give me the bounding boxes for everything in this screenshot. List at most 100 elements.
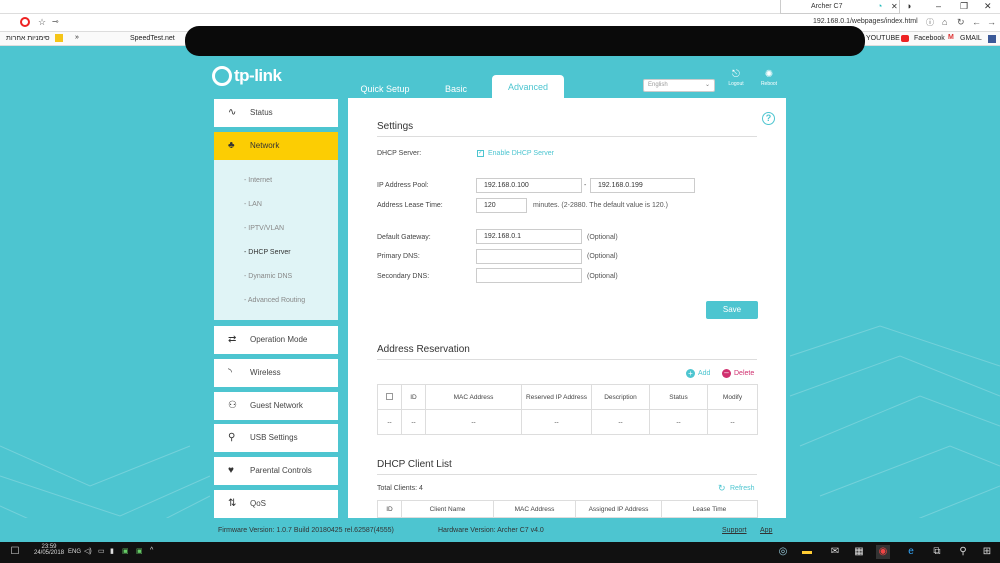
default-gateway-label: Default Gateway: [377,234,431,241]
chrome-icon[interactable]: ◉ [876,545,890,559]
url-field[interactable]: 192.168.0.1/webpages/index.html [813,18,918,25]
sidebar-item-network[interactable]: ♣ Network [214,132,338,160]
column-header: Modify [707,384,758,410]
lease-time-input[interactable]: 120 [476,198,527,213]
sidebar-item-operation-mode[interactable]: ⇄ Operation Mode [214,326,338,354]
network-tray-icon[interactable]: ▭ [98,547,105,555]
ip-pool-start-input[interactable]: 192.168.0.100 [476,178,582,193]
info-icon[interactable]: ⓘ [926,17,934,28]
table-header-row: ID Client Name MAC Address Assigned IP A… [377,500,758,518]
column-header: Status [649,384,708,410]
lease-time-label: Address Lease Time: [377,202,443,209]
dhcp-enable-checkbox[interactable]: ✓ [477,150,484,157]
sidebar-item-guest-network[interactable]: ⚇ Guest Network [214,392,338,420]
network-submenu [214,160,338,320]
sidebar-item-status[interactable]: ∿ Status [214,99,338,127]
primary-dns-label: Primary DNS: [377,253,420,260]
support-link[interactable]: Support [722,527,747,534]
column-header: Assigned IP Address [575,500,662,518]
folder-icon [55,34,63,42]
sidebar-item-wireless[interactable]: ◝ Wireless [214,359,338,387]
delete-button[interactable]: Delete [734,370,754,377]
logout-button[interactable]: ⎋ Logout [723,69,749,87]
divider [377,474,757,475]
select-all-checkbox[interactable] [377,384,402,410]
key-icon[interactable]: ⊸ [52,17,59,26]
submenu-lan[interactable]: - LAN [244,201,262,208]
tab-menu-icon[interactable]: ◑ [906,0,911,13]
mail-icon[interactable]: ✉ [828,545,842,559]
store-icon[interactable]: ▦ [852,545,866,559]
bookmark-speedtest[interactable]: SpeedTest.net [130,35,175,42]
back-icon[interactable]: ← [972,17,981,27]
tplink-logo: tp-link [212,66,282,86]
bookmark-more[interactable]: » [75,34,79,41]
column-header: ID [377,500,402,518]
logout-icon: ⎋ [732,69,740,80]
forward-icon[interactable]: → [987,17,996,27]
primary-dns-input[interactable] [476,249,582,264]
task-view-icon[interactable]: ⧉ [930,545,944,559]
tplink-favicon-icon: ◔ [877,1,883,11]
app-link[interactable]: App [760,527,772,534]
notification-icon[interactable]: ☐ [8,545,22,559]
submenu-dynamic-dns[interactable]: - Dynamic DNS [244,273,292,280]
language-indicator[interactable]: ENG [68,549,81,555]
clock[interactable]: 23:59 24/05/2018 [34,544,64,556]
secondary-dns-input[interactable] [476,268,582,283]
help-icon[interactable]: ? [762,112,775,125]
language-select[interactable]: English ⌄ [643,79,715,92]
tray-app-icon[interactable]: ▣ [122,547,129,555]
home-icon[interactable]: ⌂ [942,17,947,27]
file-explorer-icon[interactable]: ▬ [800,545,814,559]
refresh-button[interactable]: Refresh [730,485,755,492]
browser-tab[interactable]: Archer C7 ◔ ✕ [780,0,900,14]
search-icon[interactable]: ⚲ [956,545,970,559]
save-button[interactable]: Save [706,301,758,319]
add-button[interactable]: Add [698,370,710,377]
reboot-button[interactable]: ✺ Reboot [756,69,782,87]
dhcp-enable-label: Enable DHCP Server [488,150,555,157]
secondary-dns-optional: (Optional) [587,273,618,280]
secondary-dns-label: Secondary DNS: [377,273,430,280]
close-tab-icon[interactable]: ✕ [891,0,898,13]
bookmark-facebook[interactable]: Facebook [914,35,945,42]
star-icon[interactable]: ☆ [38,17,46,28]
default-gateway-input[interactable]: 192.168.0.1 [476,229,582,244]
tab-advanced[interactable]: Advanced [492,75,564,99]
bookmark-gmail[interactable]: GMAIL [960,35,982,42]
tab-basic[interactable]: Basic [430,80,482,98]
sidebar-item-parental-controls[interactable]: ♥ Parental Controls [214,457,338,485]
column-header: MAC Address [493,500,576,518]
bookmark-icon[interactable] [988,35,996,43]
delete-icon[interactable]: – [722,369,731,378]
tab-quick-setup[interactable]: Quick Setup [350,80,420,98]
bookmark-youtube[interactable]: YOUTUBE [866,35,900,42]
tray-overflow-icon[interactable]: ^ [150,547,153,554]
battery-icon[interactable]: ▮ [110,547,114,555]
total-clients: Total Clients: 4 [377,485,423,492]
settings-title: Settings [377,121,414,132]
add-icon[interactable]: + [686,369,695,378]
submenu-internet[interactable]: - Internet [244,177,272,184]
edge-icon[interactable]: e [904,545,918,559]
opera-menu-icon[interactable] [20,17,30,27]
sidebar-item-usb-settings[interactable]: ⚲ USB Settings [214,424,338,452]
usb-icon: ⚲ [228,432,236,443]
reload-icon[interactable]: ↻ [957,17,965,28]
minimize-icon[interactable]: – [936,0,941,13]
volume-icon[interactable]: ◁) [84,547,92,555]
close-window-icon[interactable]: ✕ [984,0,992,13]
submenu-dhcp-server[interactable]: - DHCP Server [244,249,291,256]
bookmark-other[interactable]: סימניות אחרות [6,35,50,42]
windows-start-icon[interactable]: ⊞ [980,545,994,559]
submenu-iptv-vlan[interactable]: - IPTV/VLAN [244,225,284,232]
tray-app-icon[interactable]: ▣ [136,547,143,555]
maximize-icon[interactable]: ❐ [960,0,968,13]
submenu-advanced-routing[interactable]: - Advanced Routing [244,297,305,304]
client-table: ID Client Name MAC Address Assigned IP A… [377,500,758,518]
app-icon[interactable]: ◎ [776,545,790,559]
ip-pool-end-input[interactable]: 192.168.0.199 [590,178,695,193]
sidebar-item-qos[interactable]: ⇅ QoS [214,490,338,518]
refresh-icon[interactable]: ↻ [718,483,726,494]
